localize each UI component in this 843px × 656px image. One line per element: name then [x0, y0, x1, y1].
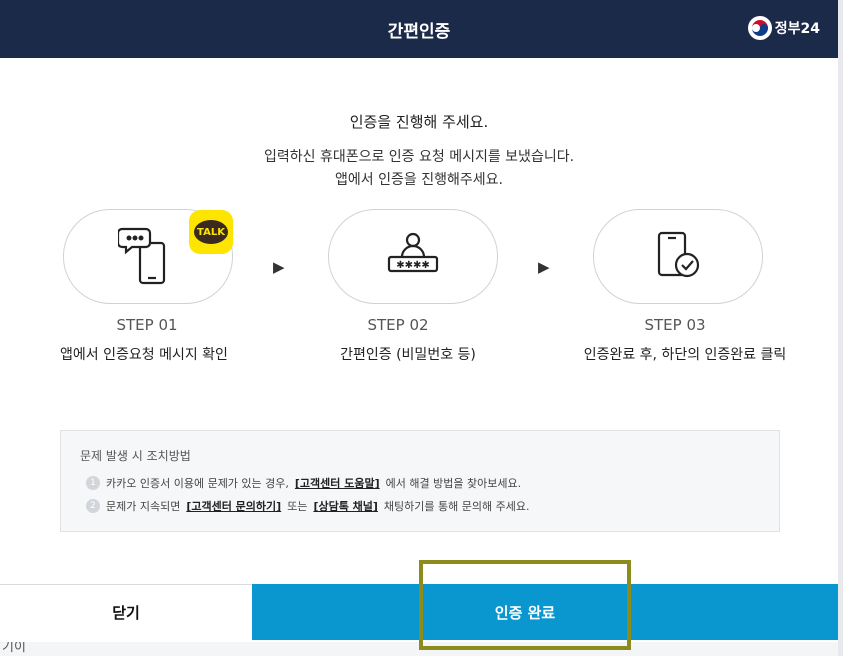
step-01-label: STEP 01	[116, 316, 178, 334]
scrollbar-track[interactable]	[838, 0, 843, 656]
troubleshooting-title: 문제 발생 시 조치방법	[80, 449, 191, 463]
phone-check-icon	[653, 229, 703, 285]
customer-center-help-link[interactable]: [고객센터 도움말]	[295, 475, 380, 491]
step-03-icon-circle	[593, 209, 763, 304]
gov24-logo-text: 정부24	[774, 21, 820, 37]
customer-center-inquiry-link[interactable]: [고객센터 문의하기]	[186, 498, 281, 514]
auth-modal: 간편인증 정부24 인증을 진행해 주세요. 입력하신 휴대폰으로 인증 요청 …	[0, 0, 838, 642]
close-button[interactable]: 닫기	[0, 584, 252, 640]
help-text: 문제가 지속되면	[106, 500, 181, 513]
instruction-line-2: 앱에서 인증을 진행해주세요.	[335, 172, 503, 188]
step-01-description: 앱에서 인증요청 메시지 확인	[60, 347, 228, 363]
taegeuk-emblem-icon	[747, 16, 772, 40]
help-text: 에서 해결 방법을 찾아보세요.	[385, 477, 522, 490]
chat-phone-icon	[116, 223, 178, 291]
step-03-label: STEP 03	[644, 316, 706, 334]
user-password-icon: ✱✱✱✱	[385, 231, 441, 283]
step-03-description: 인증완료 후, 하단의 인증완료 클릭	[583, 347, 787, 363]
svg-text:✱✱✱✱: ✱✱✱✱	[396, 260, 430, 271]
help-text: 또는	[287, 500, 308, 513]
number-badge: 2	[86, 499, 100, 513]
gov24-logo: 정부24	[747, 15, 820, 41]
instruction-title: 인증을 진행해 주세요.	[349, 113, 489, 131]
step-02-icon-circle: ✱✱✱✱	[328, 209, 498, 304]
step-02-label: STEP 02	[367, 316, 429, 334]
modal-header: 간편인증 정부24	[0, 0, 838, 58]
auth-complete-button[interactable]: 인증 완료	[424, 584, 626, 640]
help-text: 카카오 인증서 이용에 문제가 있는 경우,	[106, 477, 289, 490]
consult-talk-channel-link[interactable]: [상담톡 채널]	[313, 498, 377, 514]
modal-title: 간편인증	[387, 22, 451, 42]
troubleshooting-box: 문제 발생 시 조치방법 1 카카오 인증서 이용에 문제가 있는 경우, [고…	[60, 430, 780, 532]
kakaotalk-icon: TALK	[189, 210, 233, 254]
step-02-description: 간편인증 (비밀번호 등)	[340, 347, 476, 363]
step-arrow-icon: ▶	[273, 258, 285, 276]
help-text: 채팅하기를 통해 문의해 주세요.	[383, 500, 530, 513]
talk-badge-label: TALK	[194, 220, 228, 244]
troubleshooting-item-2: 2 문제가 지속되면 [고객센터 문의하기] 또는 [상담톡 채널] 채팅하기를…	[86, 498, 529, 514]
step-arrow-icon: ▶	[538, 258, 550, 276]
number-badge: 1	[86, 476, 100, 490]
troubleshooting-item-1: 1 카카오 인증서 이용에 문제가 있는 경우, [고객센터 도움말] 에서 해…	[86, 475, 521, 491]
instruction-line-1: 입력하신 휴대폰으로 인증 요청 메시지를 보냈습니다.	[263, 149, 575, 165]
